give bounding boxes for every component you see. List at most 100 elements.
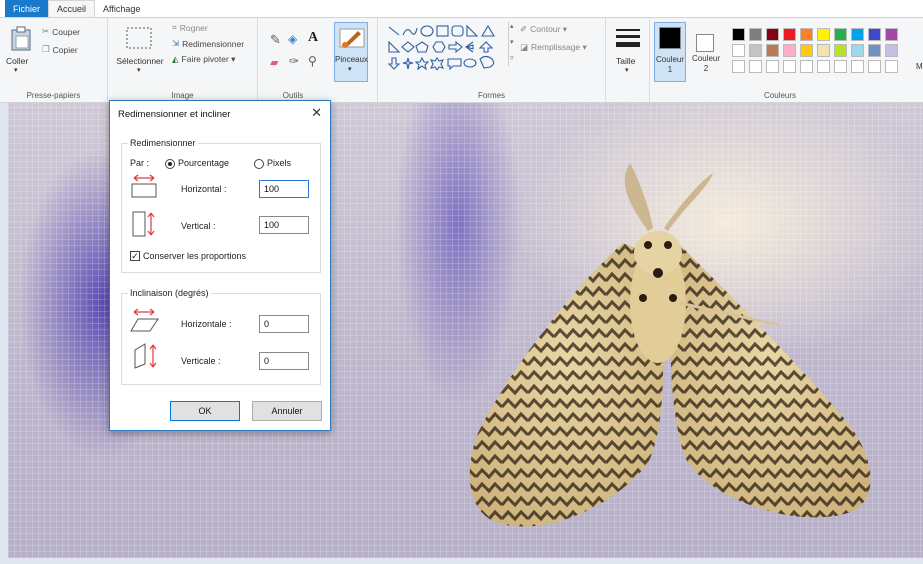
color2-label: Couleur	[691, 54, 720, 63]
skew-fieldset: Inclinaison (degrés) Horizontale : Verti…	[121, 288, 321, 385]
keep-ratio-checkbox[interactable]: ✓	[130, 251, 140, 261]
color-swatch[interactable]	[834, 44, 847, 57]
color-swatch[interactable]	[851, 28, 864, 41]
brushes-label: Pinceaux	[335, 55, 368, 64]
paste-icon	[11, 26, 31, 51]
tab-home[interactable]: Accueil	[48, 0, 96, 17]
color1-label: Couleur	[655, 55, 684, 64]
horizontal-input[interactable]	[259, 180, 309, 198]
shapes-group-label: Formes	[477, 91, 506, 100]
select-button[interactable]: Sélectionner ▾	[110, 24, 170, 84]
pencil-icon[interactable]: ✎	[270, 32, 281, 48]
color-swatch[interactable]	[817, 28, 830, 41]
group-image: Sélectionner ▾ ⌗ Rogner ⇲ Redimensionner…	[108, 18, 258, 102]
tab-view[interactable]: Affichage	[95, 0, 148, 17]
selection-icon	[126, 27, 152, 49]
color-swatch[interactable]	[749, 60, 762, 73]
close-icon[interactable]: ✕	[311, 105, 322, 121]
color-swatch[interactable]	[800, 28, 813, 41]
select-label: Sélectionner	[116, 56, 164, 66]
color-swatch[interactable]	[749, 28, 762, 41]
color-swatch[interactable]	[732, 44, 745, 57]
color-swatch[interactable]	[817, 60, 830, 73]
color-swatch[interactable]	[885, 28, 898, 41]
rotate-button[interactable]: ◭ Faire pivoter ▾	[172, 54, 235, 65]
vertical-input[interactable]	[259, 216, 309, 234]
crop-button[interactable]: ⌗ Rogner	[172, 22, 208, 33]
color-palette	[732, 28, 912, 78]
clipboard-group-label: Presse-papiers	[26, 91, 81, 100]
outline-label: Contour ▾	[530, 24, 567, 34]
group-clipboard: Coller ▾ ✂ Couper ❐ Copier Presse-papier…	[0, 18, 108, 102]
horizontal-label: Horizontal :	[181, 184, 227, 194]
color2-swatch	[696, 34, 714, 52]
color-swatch[interactable]	[851, 60, 864, 73]
line-width-icon	[616, 29, 640, 47]
color-picker-icon[interactable]: ✑	[289, 54, 299, 68]
color-swatch[interactable]	[885, 44, 898, 57]
percent-radio[interactable]	[165, 159, 175, 169]
color-swatch[interactable]	[800, 44, 813, 57]
magnifier-icon[interactable]: ⚲	[308, 54, 317, 68]
skew-vertical-input[interactable]	[259, 352, 309, 370]
color1-swatch	[659, 27, 681, 49]
ribbon-tabs: Fichier Accueil Affichage	[0, 0, 923, 17]
eraser-icon[interactable]: ▰	[270, 56, 278, 69]
color-swatch[interactable]	[732, 60, 745, 73]
color-swatch[interactable]	[800, 60, 813, 73]
fill-button[interactable]: ◪ Remplissage ▾	[520, 42, 587, 53]
cut-button[interactable]: ✂ Couper	[42, 26, 80, 37]
paste-dropdown-icon: ▾	[14, 67, 18, 74]
color-swatch[interactable]	[868, 60, 881, 73]
color-swatch[interactable]	[766, 60, 779, 73]
skew-horizontal-input[interactable]	[259, 315, 309, 333]
color1-button[interactable]: Couleur 1	[654, 22, 686, 82]
size-label: Taille	[616, 56, 636, 66]
color-swatch[interactable]	[885, 60, 898, 73]
shapes-scroll[interactable]: ▴ ▾ ▿	[508, 22, 516, 66]
fill-bucket-icon[interactable]: ◈	[288, 32, 297, 46]
brushes-button[interactable]: Pinceaux ▾	[334, 22, 368, 82]
color2-number: 2	[703, 64, 709, 73]
vertical-resize-icon	[132, 211, 155, 237]
ribbon: Coller ▾ ✂ Couper ❐ Copier Presse-papier…	[0, 17, 923, 103]
fill-icon: ◪	[520, 42, 529, 52]
rotate-label: Faire pivoter ▾	[181, 54, 236, 64]
color1-number: 1	[667, 65, 673, 74]
tools-group-label: Outils	[282, 91, 304, 100]
brush-icon	[339, 28, 365, 48]
skew-horizontal-label: Horizontale :	[181, 319, 232, 329]
paste-button[interactable]: Coller ▾	[6, 24, 36, 84]
color-swatch[interactable]	[783, 28, 796, 41]
pixels-label: Pixels	[267, 158, 292, 168]
horizontal-resize-icon	[131, 174, 157, 198]
color-swatch[interactable]	[851, 44, 864, 57]
color-swatch[interactable]	[834, 28, 847, 41]
ok-button[interactable]: OK	[170, 401, 240, 421]
color-swatch[interactable]	[749, 44, 762, 57]
color-swatch[interactable]	[868, 44, 881, 57]
tab-file[interactable]: Fichier	[5, 0, 49, 17]
text-tool-icon[interactable]: A	[308, 30, 318, 46]
color-swatch[interactable]	[834, 60, 847, 73]
color-swatch[interactable]	[783, 60, 796, 73]
brushes-dropdown-icon: ▾	[348, 66, 352, 73]
outline-button[interactable]: ✐ Contour ▾	[520, 24, 567, 35]
color2-button[interactable]: Couleur 2	[690, 22, 722, 82]
pixels-radio[interactable]	[254, 159, 264, 169]
color-swatch[interactable]	[766, 44, 779, 57]
color-swatch[interactable]	[817, 44, 830, 57]
resize-button[interactable]: ⇲ Redimensionner	[172, 38, 244, 49]
crop-label: Rogner	[179, 22, 208, 33]
copy-button[interactable]: ❐ Copier	[42, 44, 78, 55]
image-group-label: Image	[171, 91, 194, 100]
color-swatch[interactable]	[766, 28, 779, 41]
color-swatch[interactable]	[783, 44, 796, 57]
color-swatch[interactable]	[868, 28, 881, 41]
cancel-button[interactable]: Annuler	[252, 401, 322, 421]
copy-icon: ❐	[42, 44, 50, 54]
color-swatch[interactable]	[732, 28, 745, 41]
shapes-gallery-icon[interactable]	[386, 24, 516, 70]
paste-label: Coller	[6, 56, 29, 66]
size-button[interactable]: Taille ▾	[610, 24, 646, 84]
